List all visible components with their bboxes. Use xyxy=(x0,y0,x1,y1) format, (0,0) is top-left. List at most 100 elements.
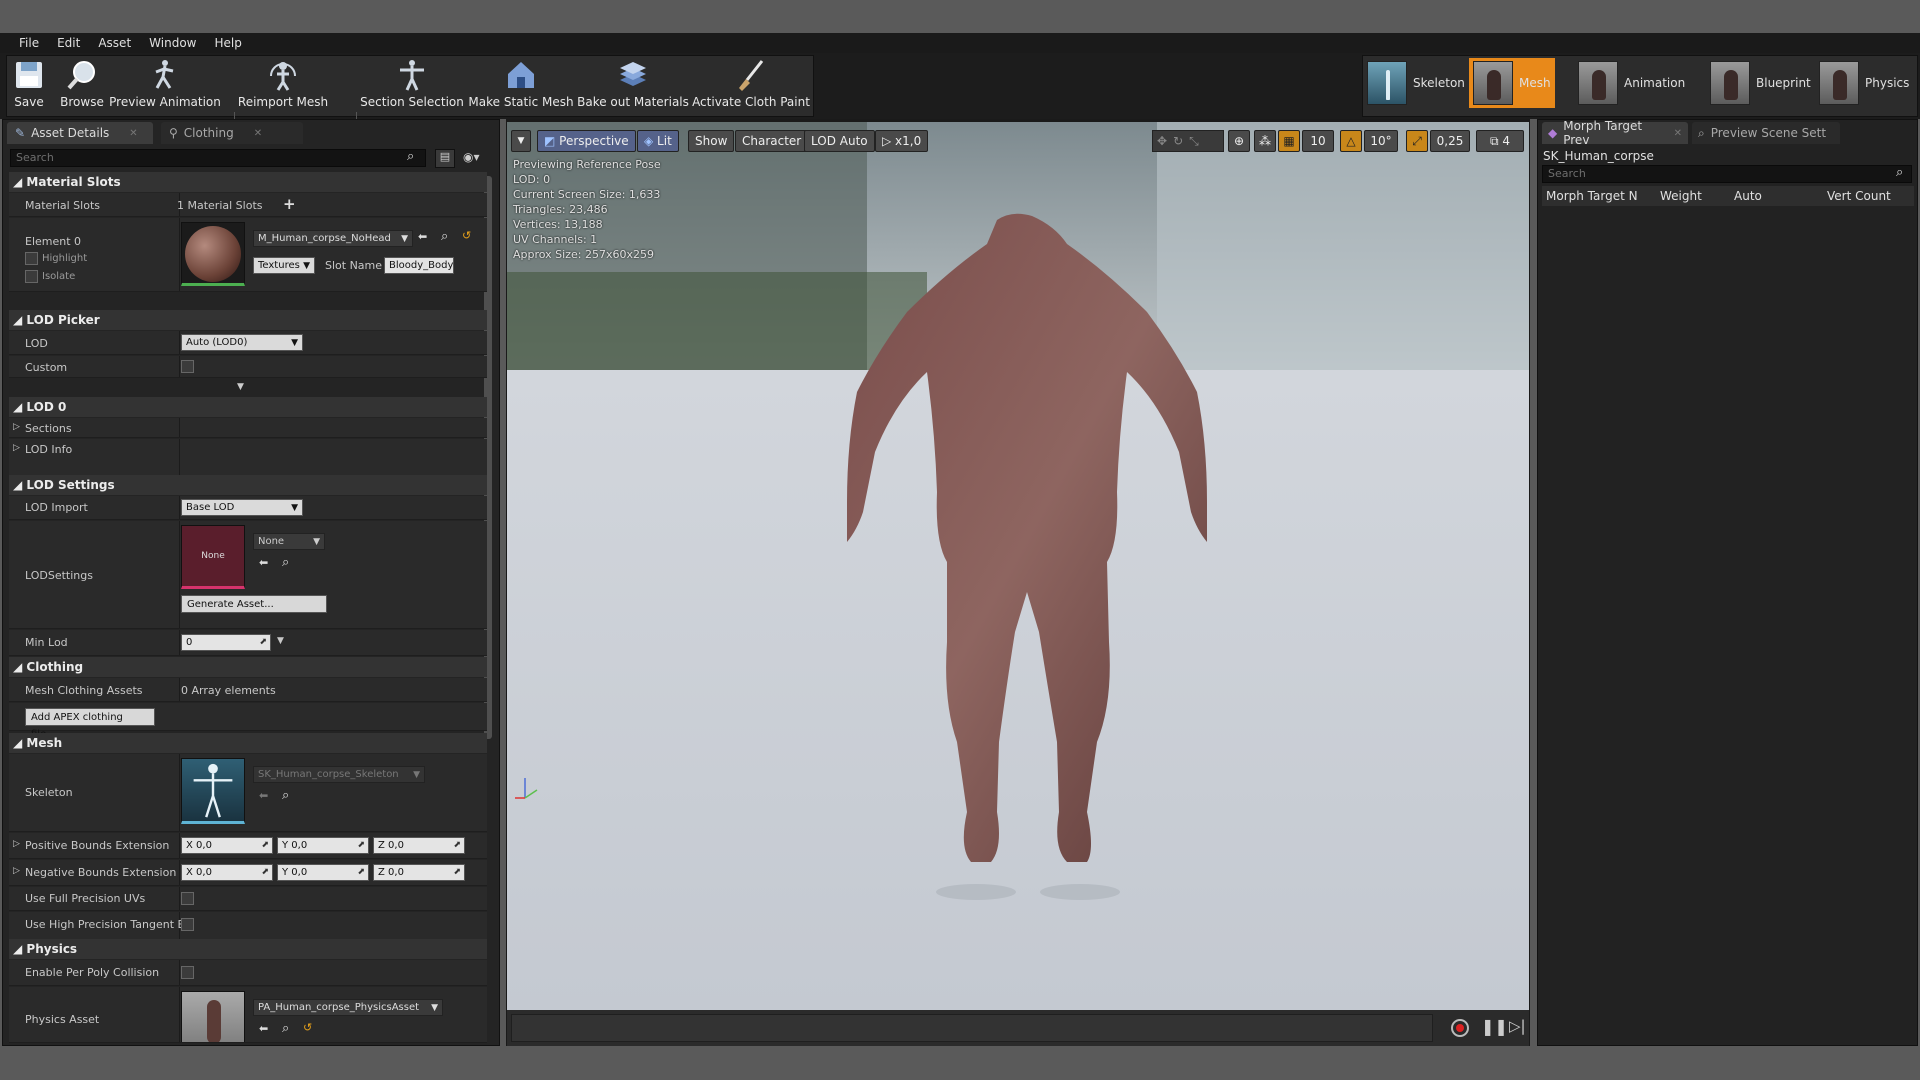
category-material-slots[interactable]: ◢ Material Slots xyxy=(9,172,487,192)
perspective-button[interactable]: ◩ Perspective xyxy=(537,130,636,152)
slot-name-input[interactable]: Bloody_Body xyxy=(384,257,454,274)
col-weight[interactable]: Weight xyxy=(1660,186,1702,206)
category-lod-picker[interactable]: ◢ LOD Picker xyxy=(9,310,487,330)
generate-asset-button[interactable]: Generate Asset... xyxy=(181,595,327,613)
menu-file[interactable]: File xyxy=(10,36,48,50)
lodsettings-thumbnail[interactable]: None xyxy=(181,525,245,589)
step-forward-icon[interactable]: ▷| xyxy=(1509,1017,1526,1035)
lod-auto-button[interactable]: LOD Auto xyxy=(804,130,875,152)
per-poly-checkbox[interactable] xyxy=(181,966,194,979)
details-search-input[interactable]: Search xyxy=(10,149,426,167)
rotation-snap-toggle[interactable]: △ xyxy=(1340,130,1362,152)
skeleton-thumbnail[interactable] xyxy=(181,758,245,824)
expand-arrow-icon[interactable]: ▷ xyxy=(13,443,20,453)
min-lod-input[interactable]: 0 ⬈ xyxy=(181,634,271,651)
camera-speed-button[interactable]: ⧉ 4 xyxy=(1476,130,1524,152)
category-clothing[interactable]: ◢ Clothing xyxy=(9,657,487,677)
reset-icon[interactable]: ↺ xyxy=(303,1021,312,1034)
lodsettings-combo[interactable]: None ▼ xyxy=(253,533,325,550)
make-static-mesh-button[interactable]: Make Static Mesh xyxy=(468,55,574,113)
material-combo[interactable]: M_Human_corpse_NoHead ▼ xyxy=(253,230,413,247)
col-morph-name[interactable]: Morph Target N xyxy=(1546,186,1638,206)
playback-speed-button[interactable]: ▷ x1,0 xyxy=(875,130,929,152)
use-selected-arrow-icon[interactable]: ⬅ xyxy=(418,230,427,243)
viewport-options-dropdown[interactable]: ▼ xyxy=(511,130,531,152)
pos-bounds-y-input[interactable]: Y 0,0 ⬈ xyxy=(277,837,369,854)
tab-asset-details[interactable]: ✎ Asset Details ✕ xyxy=(7,122,153,144)
scale-icon[interactable]: ⤡ xyxy=(1189,134,1205,148)
col-auto[interactable]: Auto xyxy=(1734,186,1762,206)
lod-combo[interactable]: Auto (LOD0) ▼ xyxy=(181,334,303,351)
close-icon[interactable]: ✕ xyxy=(129,128,137,139)
reset-icon[interactable]: ↺ xyxy=(462,229,471,242)
add-apex-clothing-button[interactable]: Add APEX clothing file... xyxy=(25,708,155,740)
save-button[interactable]: Save xyxy=(10,55,48,113)
tab-morph-target-preview[interactable]: ◆ Morph Target Prev ✕ xyxy=(1542,119,1688,147)
mode-skeleton[interactable]: Skeleton xyxy=(1367,59,1465,107)
transform-tools[interactable]: ✥↻⤡ xyxy=(1152,130,1224,152)
neg-bounds-y-input[interactable]: Y 0,0 ⬈ xyxy=(277,864,369,881)
eye-icon[interactable]: ◉▾ xyxy=(463,150,480,164)
neg-bounds-z-input[interactable]: Z 0,0 ⬈ xyxy=(373,864,465,881)
isolate-checkbox[interactable] xyxy=(25,270,38,283)
mode-animation[interactable]: Animation xyxy=(1578,59,1685,107)
translate-icon[interactable]: ✥ xyxy=(1157,134,1173,148)
neg-bounds-x-input[interactable]: X 0,0 ⬈ xyxy=(181,864,273,881)
rotate-icon[interactable]: ↻ xyxy=(1173,134,1189,148)
lod-import-combo[interactable]: Base LOD ▼ xyxy=(181,499,303,516)
pause-icon[interactable]: ❚❚ xyxy=(1481,1017,1508,1036)
scale-snap-value[interactable]: 0,25 xyxy=(1430,130,1470,152)
use-selected-arrow-icon[interactable]: ⬅ xyxy=(259,1022,268,1035)
browse-search-icon[interactable]: ⌕ xyxy=(282,788,289,803)
pos-bounds-z-input[interactable]: Z 0,0 ⬈ xyxy=(373,837,465,854)
add-material-slot-icon[interactable]: + xyxy=(283,195,296,213)
browse-button[interactable]: Browse xyxy=(58,55,106,113)
section-selection-button[interactable]: Section Selection xyxy=(360,55,464,113)
close-icon[interactable]: ✕ xyxy=(1674,128,1682,139)
category-lod-settings[interactable]: ◢ LOD Settings xyxy=(9,475,487,495)
bake-out-materials-button[interactable]: Bake out Materials xyxy=(577,55,689,113)
character-button[interactable]: Character xyxy=(735,130,809,152)
menu-asset[interactable]: Asset xyxy=(89,36,140,50)
lit-button[interactable]: ◈ Lit xyxy=(637,130,679,152)
lod-info-row[interactable]: ▷ LOD Info xyxy=(9,439,487,477)
highlight-checkbox[interactable] xyxy=(25,252,38,265)
material-thumbnail[interactable] xyxy=(181,222,245,286)
mode-blueprint[interactable]: Blueprint xyxy=(1710,59,1811,107)
close-icon[interactable]: ✕ xyxy=(254,128,262,139)
expand-arrow-icon[interactable]: ▷ xyxy=(13,866,20,876)
timeline-scrubber[interactable] xyxy=(511,1014,1433,1042)
chevron-down-icon[interactable]: ▼ xyxy=(277,636,284,646)
tab-preview-scene-settings[interactable]: ⌕ Preview Scene Sett xyxy=(1692,122,1840,144)
use-selected-arrow-icon[interactable]: ⬅ xyxy=(259,789,268,802)
expand-arrow-icon[interactable]: ▷ xyxy=(13,839,20,849)
use-selected-arrow-icon[interactable]: ⬅ xyxy=(259,556,268,569)
reimport-mesh-button[interactable]: Reimport Mesh xyxy=(238,55,328,113)
browse-search-icon[interactable]: ⌕ xyxy=(282,555,289,570)
rotation-snap-value[interactable]: 10° xyxy=(1364,130,1398,152)
property-matrix-icon[interactable]: ▤ xyxy=(435,149,455,168)
record-button[interactable] xyxy=(1451,1019,1469,1037)
textures-combo[interactable]: Textures ▼ xyxy=(253,257,315,274)
menu-help[interactable]: Help xyxy=(205,36,250,50)
col-vert-count[interactable]: Vert Count xyxy=(1827,186,1891,206)
physics-asset-combo[interactable]: PA_Human_corpse_PhysicsAsset ▼ xyxy=(253,999,443,1016)
show-button[interactable]: Show xyxy=(688,130,735,152)
tab-clothing[interactable]: ⚲ Clothing ✕ xyxy=(161,122,303,144)
grid-snap-value[interactable]: 10 xyxy=(1302,130,1334,152)
mode-mesh[interactable]: Mesh xyxy=(1469,58,1555,108)
full-precision-uvs-checkbox[interactable] xyxy=(181,892,194,905)
browse-search-icon[interactable]: ⌕ xyxy=(441,229,448,244)
mode-physics[interactable]: Physics xyxy=(1819,59,1909,107)
menu-window[interactable]: Window xyxy=(140,36,205,50)
category-lod-0[interactable]: ◢ LOD 0 xyxy=(9,397,487,417)
preview-animation-button[interactable]: Preview Animation xyxy=(109,55,221,113)
sections-row[interactable]: ▷ Sections xyxy=(9,418,487,438)
expand-arrow-icon[interactable]: ▷ xyxy=(13,422,20,432)
expand-advanced-icon[interactable]: ▼ xyxy=(237,382,244,392)
menu-edit[interactable]: Edit xyxy=(48,36,89,50)
grid-snap-toggle[interactable]: ▦ xyxy=(1278,130,1300,152)
world-local-toggle[interactable]: ⊕ xyxy=(1228,130,1250,152)
pos-bounds-x-input[interactable]: X 0,0 ⬈ xyxy=(181,837,273,854)
morph-search-input[interactable]: Search xyxy=(1542,165,1912,183)
